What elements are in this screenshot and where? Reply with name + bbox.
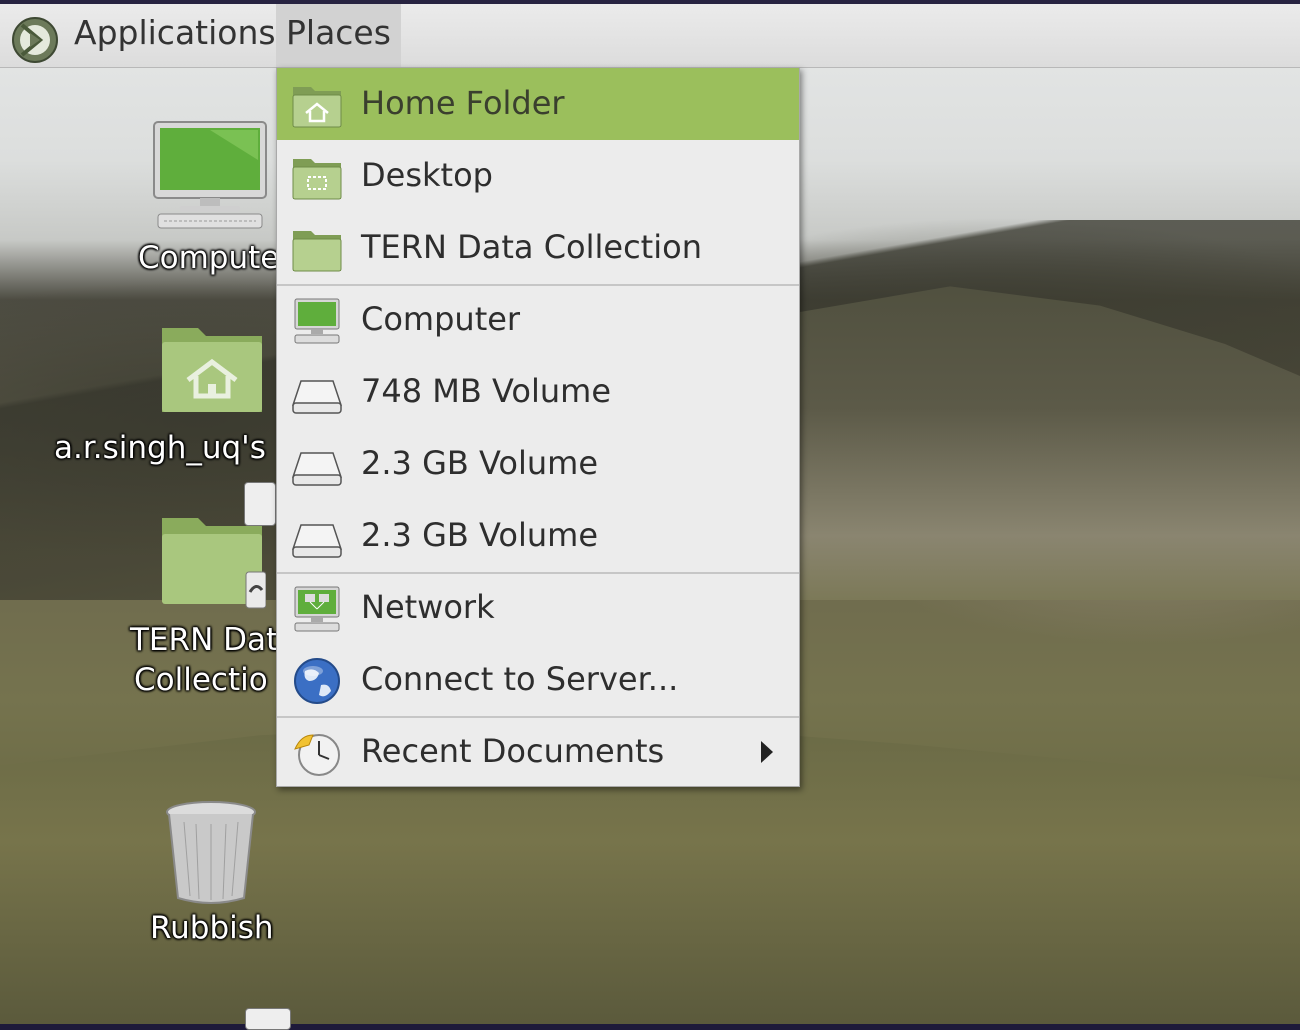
menu-item-label: Home Folder [361,84,565,122]
menu-item-network[interactable]: Network [277,572,799,644]
desktop-icon-tern[interactable] [158,512,267,612]
computer-icon [294,298,340,344]
desktop-icon-tern-label: TERN Dat [130,622,279,658]
desktop-icon-computer[interactable] [150,120,270,240]
menu-item-748mb-volume[interactable]: 748 MB Volume [277,356,799,428]
network-icon [294,586,340,632]
desktop-icon-partial-badge [245,1008,291,1030]
menu-item-label: 2.3 GB Volume [361,516,598,554]
drive-icon [291,452,343,486]
menu-item-label: Network [361,588,495,626]
menu-item-home-folder[interactable]: Home Folder [277,68,799,140]
menu-item-desktop[interactable]: Desktop [277,140,799,212]
recent-clock-icon [294,734,340,776]
menu-item-label: Recent Documents [361,732,665,770]
menu-item-label: 2.3 GB Volume [361,444,598,482]
home-folder-icon [162,328,262,412]
menu-item-label: Computer [361,300,521,338]
top-panel: Applications Places [0,4,1300,68]
desktop-icon-rubbish-label: Rubbish [150,910,274,946]
menu-item-label: Connect to Server... [361,660,679,698]
trash-icon [166,801,256,904]
menu-item-tern-data-collection[interactable]: TERN Data Collection [277,212,799,284]
menu-item-2-3gb-volume-1[interactable]: 2.3 GB Volume [277,428,799,500]
home-folder-icon [292,87,342,128]
menu-item-label: TERN Data Collection [361,228,702,266]
drive-icon [291,524,343,558]
desktop-icon-rubbish[interactable] [164,800,259,905]
menu-item-2-3gb-volume-2[interactable]: 2.3 GB Volume [277,500,799,572]
desktop-icon-home-label: a.r.singh_uq's [54,430,266,466]
menu-item-computer[interactable]: Computer [277,284,799,356]
folder-icon [292,231,342,272]
desktop-icon-computer-label: Compute [138,240,280,276]
menu-applications[interactable]: Applications [64,4,286,67]
desktop-icon-home[interactable] [158,318,266,418]
menu-places[interactable]: Places [276,4,401,67]
submenu-arrow-icon [761,741,773,763]
menu-item-label: 748 MB Volume [361,372,611,410]
menu-item-label: Desktop [361,156,493,194]
desktop-folder-icon [292,159,342,200]
places-dropdown: Home Folder Desktop TERN Data Collection… [276,67,800,787]
desktop-icon-lock-badge [244,482,276,526]
menu-item-recent-documents[interactable]: Recent Documents [277,716,799,788]
drive-icon [291,380,343,414]
globe-icon [294,658,340,704]
mint-logo-icon[interactable] [10,15,60,65]
menu-item-connect-to-server[interactable]: Connect to Server... [277,644,799,716]
computer-icon [153,121,267,229]
desktop-icon-tern-label-line2: Collectio [134,662,268,698]
folder-link-icon [162,518,267,609]
